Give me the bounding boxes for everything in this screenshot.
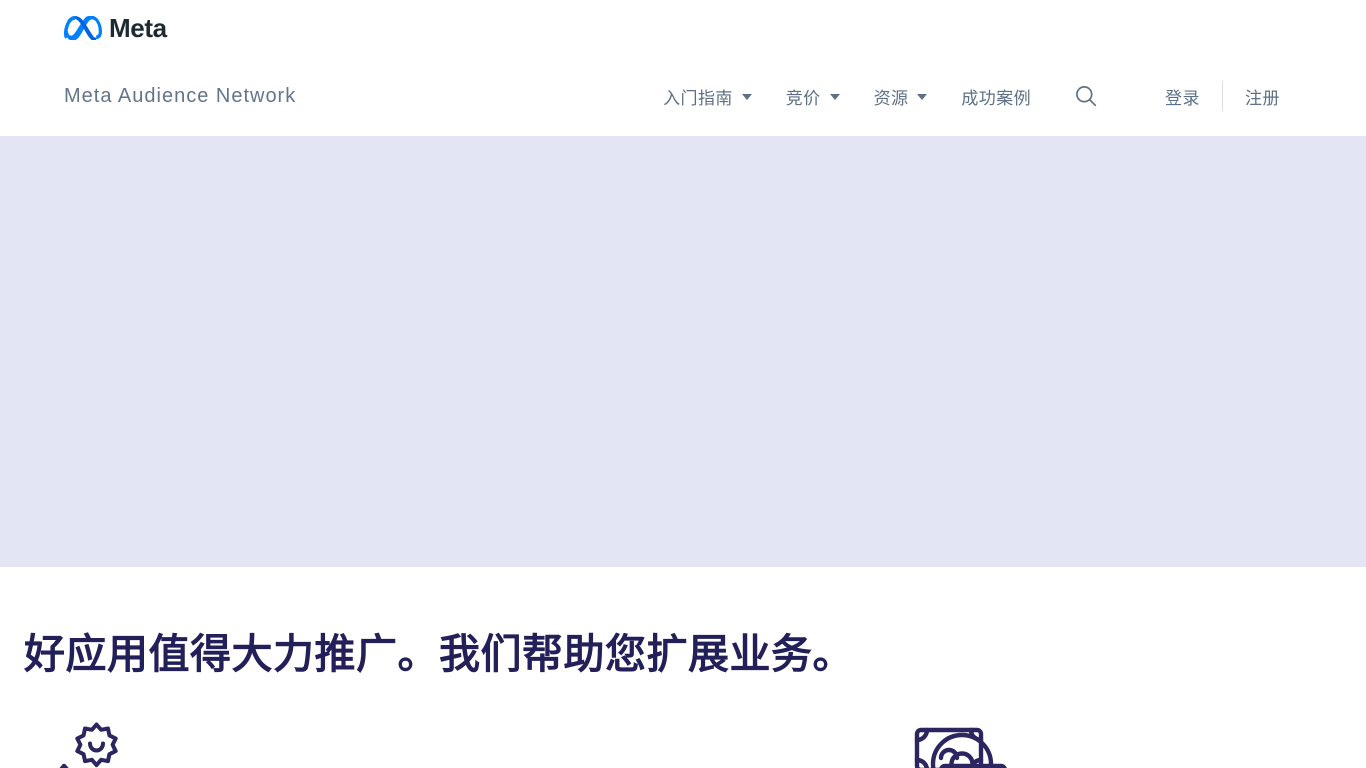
- login-link[interactable]: 登录: [1143, 84, 1222, 109]
- site-header: Meta Meta Audience Network 入门指南 竞价 资源 成功…: [0, 0, 1366, 136]
- nav-actions: 登录 注册: [1069, 79, 1302, 113]
- feature-item-optimization: [24, 722, 469, 768]
- nav-item-resources[interactable]: 资源: [874, 80, 928, 113]
- chevron-down-icon: [829, 94, 840, 100]
- nav-item-label: 成功案例: [961, 88, 1031, 108]
- signup-link[interactable]: 注册: [1223, 84, 1302, 109]
- chevron-down-icon: [917, 94, 928, 100]
- gears-check-icon: [59, 722, 118, 768]
- primary-nav: 入门指南 竞价 资源 成功案例: [663, 80, 1031, 113]
- nav-item-success-stories[interactable]: 成功案例: [961, 80, 1031, 113]
- search-icon: [1076, 86, 1097, 107]
- navigation-bar: Meta Audience Network 入门指南 竞价 资源 成功案例 登录…: [0, 56, 1366, 136]
- page-title: 好应用值得大力推广。我们帮助您扩展业务。: [24, 631, 854, 677]
- main-content: 好应用值得大力推广。我们帮助您扩展业务。: [0, 629, 1366, 768]
- brand-title: Meta Audience Network: [64, 84, 297, 107]
- nav-item-getting-started[interactable]: 入门指南: [663, 80, 752, 113]
- nav-item-label: 入门指南: [663, 88, 733, 108]
- nav-item-bidding[interactable]: 竞价: [786, 80, 840, 113]
- meta-wordmark: Meta: [109, 13, 167, 43]
- feature-item-monetization: [914, 722, 1359, 768]
- logo-row: Meta: [0, 0, 1366, 56]
- meta-logo-link[interactable]: Meta: [64, 15, 167, 41]
- meta-infinity-icon: [64, 16, 102, 40]
- feature-item-targeting: [469, 722, 994, 768]
- nav-item-label: 竞价: [785, 88, 821, 108]
- banknote-icon: [914, 728, 1007, 768]
- feature-row: [24, 722, 1342, 768]
- nav-item-label: 资源: [873, 88, 909, 108]
- chevron-down-icon: [741, 94, 752, 100]
- hero-banner: [0, 136, 1366, 567]
- search-button[interactable]: [1069, 79, 1103, 113]
